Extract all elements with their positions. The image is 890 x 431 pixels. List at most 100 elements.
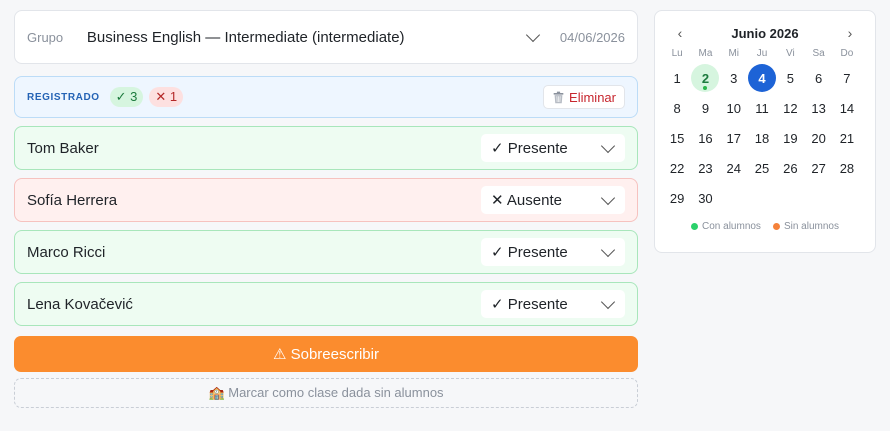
calendar-day[interactable]: 15 (663, 123, 691, 153)
calendar-day[interactable]: 23 (691, 153, 719, 183)
calendar-day[interactable]: 8 (663, 93, 691, 123)
delete-button[interactable]: Eliminar (543, 85, 625, 109)
attendance-value: ✓ Presente (491, 296, 568, 313)
chevron-down-icon (600, 242, 616, 257)
calendar-day[interactable]: 17 (720, 123, 748, 153)
calendar-day[interactable]: 5 (776, 63, 804, 93)
student-name: Lena Kovačević (27, 295, 133, 313)
weekday-header: Mi (728, 48, 740, 59)
calendar-day-number: 17 (726, 130, 741, 146)
calendar-day-number: 22 (669, 160, 685, 176)
calendar-day-number: 19 (783, 130, 798, 146)
calendar-day-number: 2 (691, 64, 720, 92)
calendar-day-number: 8 (673, 100, 681, 116)
student-row: Tom Baker ✓ Presente (14, 126, 638, 170)
calendar-day[interactable]: 1 (663, 63, 691, 93)
group-select-value: Business English — Intermediate (interme… (86, 28, 405, 46)
attendance-select[interactable]: ✓ Presente (481, 134, 625, 162)
attendance-select[interactable]: ✓ Presente (481, 238, 625, 266)
chevron-right-icon[interactable]: › (843, 25, 857, 41)
attendance-panel: Grupo Business English — Intermediate (i… (14, 10, 638, 408)
legend-dot-icon (772, 223, 780, 230)
calendar-day-number: 21 (839, 130, 855, 146)
calendar-legend: Con alumnos Sin alumnos (663, 221, 867, 232)
trash-icon (553, 91, 564, 103)
attendance-value: ✓ Presente (491, 244, 568, 261)
calendar-day-number: 20 (811, 130, 826, 146)
weekday-header: Sa (812, 48, 825, 59)
attendance-select[interactable]: ✕ Ausente (481, 186, 625, 214)
calendar-day[interactable]: 9 (691, 93, 719, 123)
calendar-day-number: 16 (698, 130, 713, 146)
mark-no-students-button[interactable]: 🏫 Marcar como clase dada sin alumnos (14, 378, 638, 408)
weekday-header: Vi (785, 48, 795, 59)
calendar-day[interactable]: 3 (720, 63, 748, 93)
calendar-day-number: 11 (755, 100, 769, 116)
student-row: Lena Kovačević ✓ Presente (14, 282, 638, 326)
calendar-day-number: 5 (786, 70, 794, 86)
attendance-select[interactable]: ✓ Presente (481, 290, 625, 318)
calendar-day-number: 7 (843, 70, 851, 86)
calendar-day[interactable]: 13 (804, 93, 832, 123)
student-name: Tom Baker (27, 139, 99, 157)
calendar-day[interactable]: 19 (776, 123, 804, 153)
calendar-day[interactable]: 16 (691, 123, 719, 153)
calendar-day[interactable]: 28 (833, 153, 861, 183)
calendar-day[interactable]: 10 (720, 93, 748, 123)
calendar-day-number: 13 (811, 100, 826, 116)
calendar-day[interactable]: 24 (720, 153, 748, 183)
calendar-day-number: 4 (748, 64, 777, 92)
group-bar: Grupo Business English — Intermediate (i… (14, 10, 638, 64)
calendar-day-number: 12 (783, 100, 798, 116)
chevron-left-icon[interactable]: ‹ (673, 25, 687, 41)
attendance-value: ✕ Ausente (491, 192, 562, 209)
weekday-header: Ma (698, 48, 713, 59)
calendar-day-number: 6 (815, 70, 823, 86)
legend-dot-icon (691, 223, 699, 230)
calendar-month-title: Junio 2026 (731, 25, 799, 41)
calendar-day[interactable]: 7 (833, 63, 861, 93)
calendar-day[interactable]: 30 (691, 183, 719, 213)
calendar-day[interactable]: 12 (776, 93, 804, 123)
legend-label: Con alumnos (702, 221, 761, 232)
present-count-badge: ✓ 3 (109, 87, 144, 107)
legend-item: Sin alumnos (772, 221, 839, 232)
group-select[interactable]: Business English — Intermediate (interme… (77, 19, 548, 55)
calendar-day[interactable]: 21 (833, 123, 861, 153)
legend-label: Sin alumnos (783, 221, 839, 232)
calendar-day[interactable]: 20 (804, 123, 832, 153)
calendar-day[interactable]: 11 (748, 93, 776, 123)
calendar-day[interactable]: 2 (691, 63, 720, 93)
weekday-header: Do (840, 48, 854, 59)
group-date: 04/06/2026 (559, 29, 625, 45)
legend-item: Con alumnos (691, 221, 761, 232)
calendar-day-number: 30 (698, 190, 713, 206)
calendar-day[interactable]: 29 (663, 183, 691, 213)
chevron-down-icon (600, 294, 616, 309)
calendar-day[interactable]: 18 (748, 123, 776, 153)
status-label: REGISTRADO (27, 91, 100, 103)
calendar-day-number: 25 (754, 160, 770, 176)
weekday-header: Ju (756, 48, 768, 59)
calendar-day-number: 9 (701, 100, 710, 116)
calendar-day[interactable]: 22 (663, 153, 691, 183)
student-row: Sofía Herrera ✕ Ausente (14, 178, 638, 222)
calendar-day[interactable]: 27 (804, 153, 832, 183)
attendance-value: ✓ Presente (491, 140, 568, 157)
calendar-day[interactable]: 6 (804, 63, 832, 93)
chevron-down-icon (525, 27, 540, 42)
weekday-header: Lu (671, 48, 683, 59)
calendar-day[interactable]: 26 (776, 153, 804, 183)
overwrite-button[interactable]: ⚠ Sobreescribir (14, 336, 638, 372)
calendar-day-number: 26 (783, 160, 798, 176)
calendar-day[interactable]: 14 (833, 93, 861, 123)
calendar-day-number: 3 (730, 70, 738, 86)
calendar-day-number: 27 (811, 160, 826, 176)
calendar-header: ‹ Junio 2026 › (663, 23, 867, 43)
calendar-day-number: 24 (726, 160, 741, 176)
calendar-day[interactable]: 25 (748, 153, 776, 183)
calendar-day-number: 23 (698, 160, 713, 176)
calendar-day[interactable]: 4 (748, 63, 777, 93)
calendar-day-number: 10 (726, 100, 741, 116)
group-label: Grupo (27, 29, 64, 45)
